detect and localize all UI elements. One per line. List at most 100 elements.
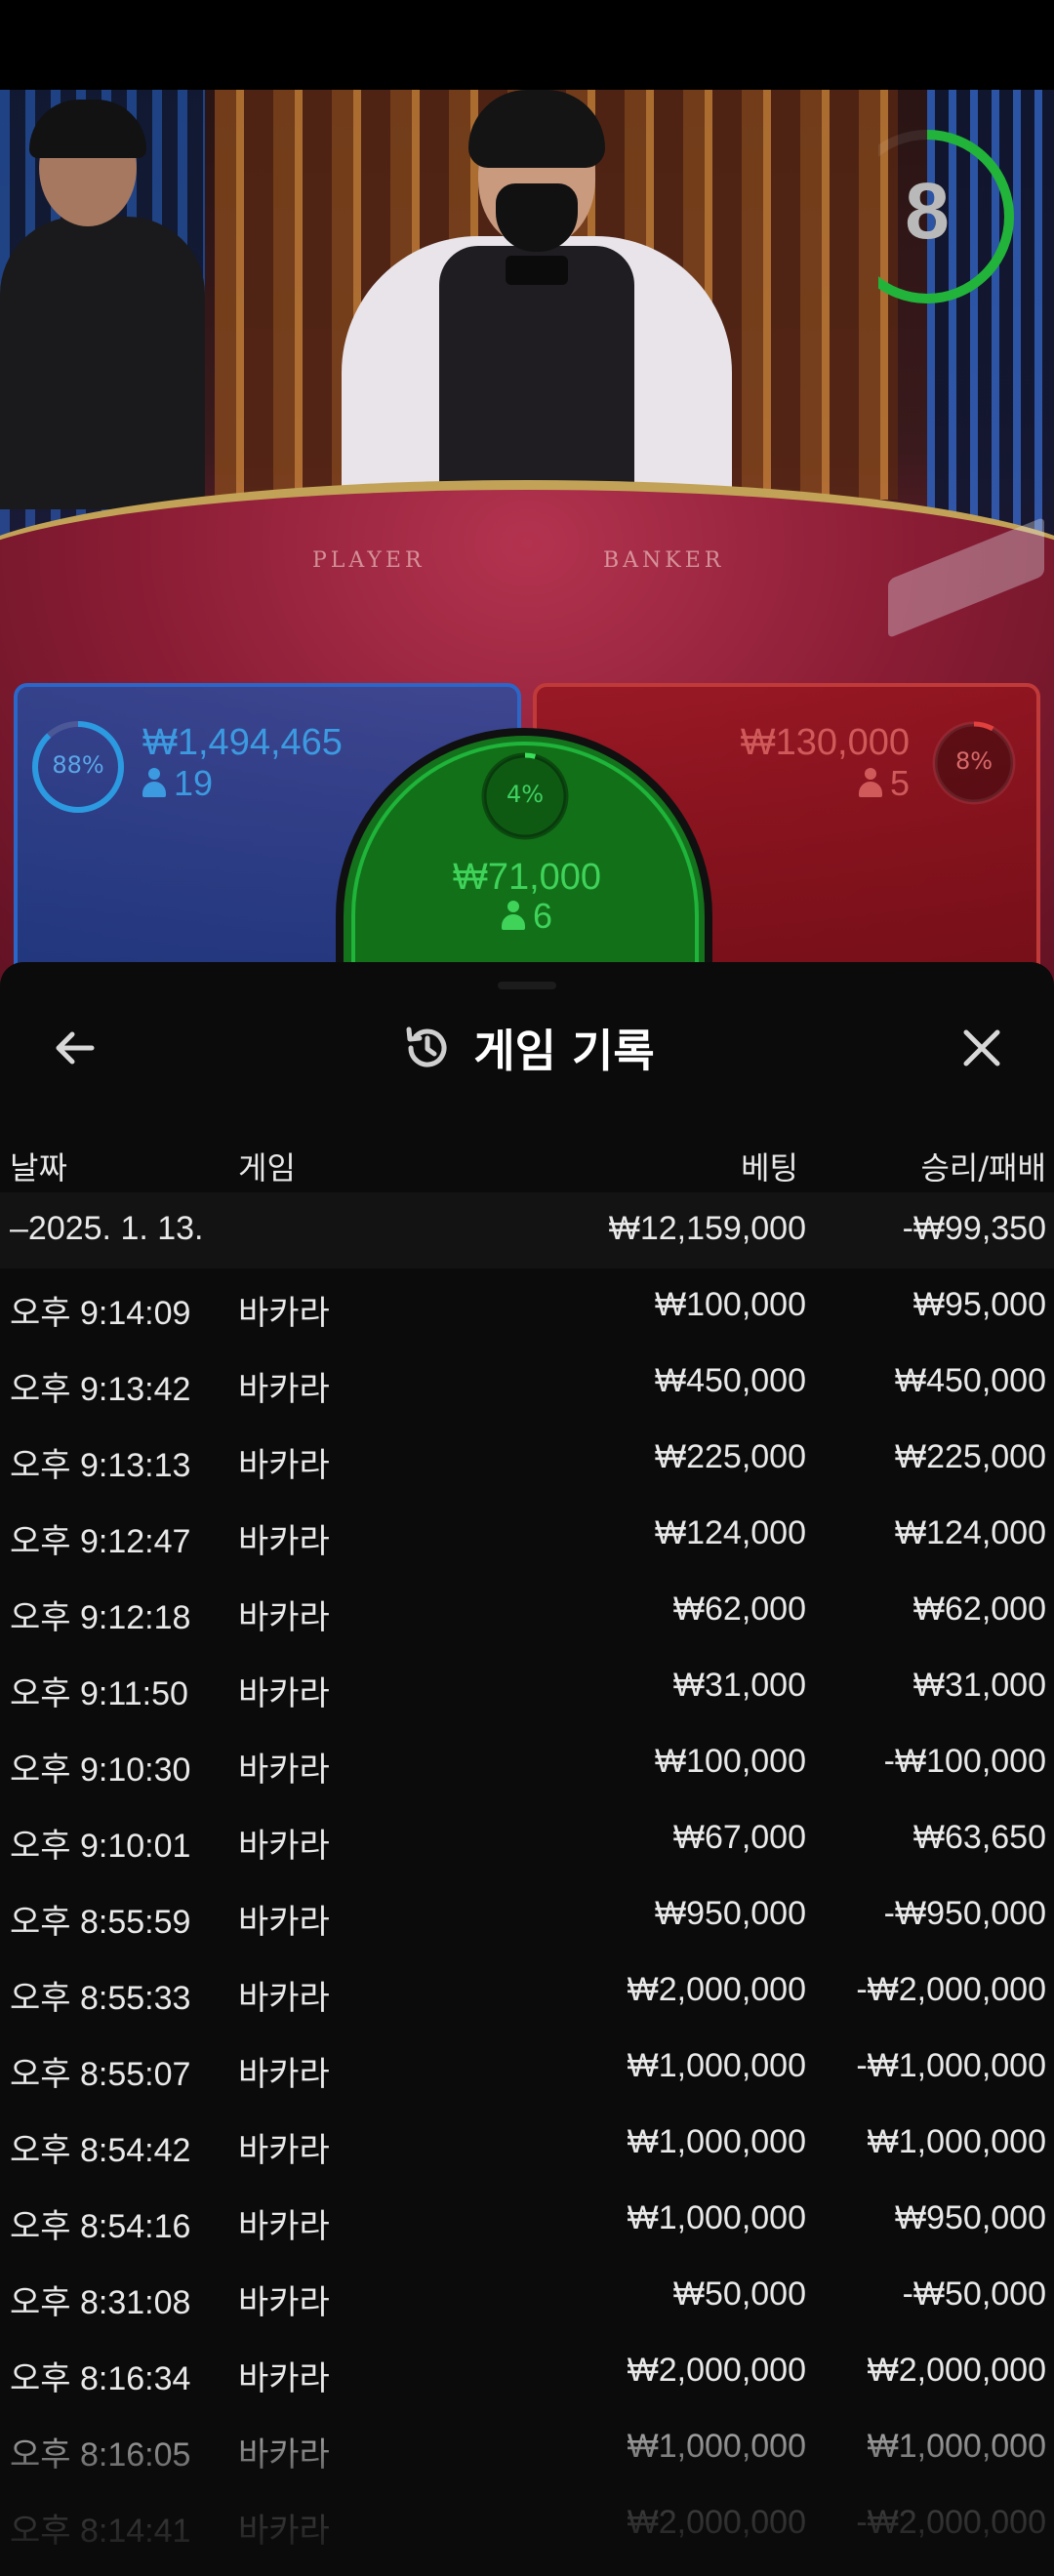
history-bet: ₩450,000 bbox=[655, 1362, 806, 1399]
tie-count: 6 bbox=[332, 896, 722, 937]
history-row[interactable]: 오후 9:12:18 바카라 ₩62,000 ₩62,000 bbox=[0, 1573, 1054, 1649]
history-bet: ₩124,000 bbox=[655, 1514, 806, 1551]
history-bet: ₩100,000 bbox=[655, 1743, 806, 1780]
history-time: 오후 8:55:33 bbox=[10, 1980, 191, 2017]
history-result: ₩1,000,000 bbox=[867, 2428, 1046, 2465]
history-time: 오후 9:10:01 bbox=[10, 1828, 191, 1865]
banker-percent-ring: 8% bbox=[927, 716, 1021, 810]
history-table-header: 날짜 게임 베팅 승리/패배 bbox=[0, 1134, 1054, 1192]
history-row[interactable]: 오후 8:55:33 바카라 ₩2,000,000 -₩2,000,000 bbox=[0, 1953, 1054, 2030]
history-bet: ₩2,000,000 bbox=[627, 2504, 806, 2541]
date-total-bet: ₩12,159,000 bbox=[608, 1210, 806, 1247]
history-game: 바카라 bbox=[238, 2284, 330, 2321]
history-bet: ₩50,000 bbox=[672, 2275, 806, 2313]
table-label-player: PLAYER bbox=[312, 548, 426, 573]
game-history-sheet: 게임 기록 날짜 게임 베팅 승리/패배 –2025. 1. 13. ₩12,1… bbox=[0, 962, 1054, 2576]
history-time: 오후 9:13:42 bbox=[10, 1371, 191, 1408]
person-icon bbox=[142, 768, 166, 797]
history-row[interactable]: 오후 9:12:47 바카라 ₩124,000 ₩124,000 bbox=[0, 1497, 1054, 1573]
sheet-header: 게임 기록 bbox=[0, 1013, 1054, 1083]
history-bet: ₩67,000 bbox=[672, 1819, 806, 1856]
history-result: -₩100,000 bbox=[883, 1743, 1046, 1780]
history-row[interactable]: 오후 8:55:07 바카라 ₩1,000,000 -₩1,000,000 bbox=[0, 2030, 1054, 2106]
history-time: 오후 8:14:41 bbox=[10, 2513, 191, 2550]
countdown-timer: 8 bbox=[878, 129, 1017, 306]
history-time: 오후 9:11:50 bbox=[10, 1675, 188, 1712]
history-result: ₩124,000 bbox=[895, 1514, 1046, 1551]
history-game: 바카라 bbox=[238, 1828, 330, 1865]
date-total-result: -₩99,350 bbox=[902, 1210, 1046, 1247]
history-row[interactable]: 오후 9:11:50 바카라 ₩31,000 ₩31,000 bbox=[0, 1649, 1054, 1725]
close-icon bbox=[963, 1029, 1000, 1067]
history-row[interactable]: 오후 8:16:34 바카라 ₩2,000,000 ₩2,000,000 bbox=[0, 2334, 1054, 2410]
history-time: 오후 9:12:47 bbox=[10, 1523, 191, 1560]
history-result: -₩1,000,000 bbox=[856, 2047, 1046, 2084]
tie-percent: 4% bbox=[506, 781, 545, 808]
history-bet: ₩1,000,000 bbox=[627, 2047, 806, 2084]
tie-bet-amount: ₩71,000 bbox=[452, 857, 602, 898]
history-game: 바카라 bbox=[238, 1523, 330, 1560]
close-button[interactable] bbox=[953, 1019, 1011, 1077]
history-row[interactable]: 오후 8:54:42 바카라 ₩1,000,000 ₩1,000,000 bbox=[0, 2106, 1054, 2182]
history-result: ₩450,000 bbox=[895, 1362, 1046, 1399]
history-time: 오후 9:12:18 bbox=[10, 1599, 191, 1636]
sheet-title: 게임 기록 bbox=[473, 1025, 655, 1077]
history-bet: ₩1,000,000 bbox=[627, 2199, 806, 2236]
column-header-date: 날짜 bbox=[10, 1149, 67, 1187]
history-row[interactable]: 오후 9:13:42 바카라 ₩450,000 ₩450,000 bbox=[0, 1345, 1054, 1421]
banker-bet-amount: ₩130,000 bbox=[740, 722, 910, 763]
column-header-bet: 베팅 bbox=[741, 1149, 798, 1187]
table-label-banker: BANKER bbox=[603, 548, 725, 573]
history-time: 오후 8:16:05 bbox=[10, 2436, 191, 2474]
history-icon bbox=[406, 1026, 447, 1067]
history-row[interactable]: 오후 9:14:09 바카라 ₩100,000 ₩95,000 bbox=[0, 1268, 1054, 1345]
history-result: ₩63,650 bbox=[912, 1819, 1046, 1856]
history-time: 오후 8:55:59 bbox=[10, 1904, 191, 1941]
history-result: -₩2,000,000 bbox=[856, 1971, 1046, 2008]
history-row[interactable]: 오후 9:13:13 바카라 ₩225,000 ₩225,000 bbox=[0, 1421, 1054, 1497]
history-bet: ₩62,000 bbox=[672, 1590, 806, 1628]
history-result: ₩95,000 bbox=[912, 1286, 1046, 1323]
player-percent-ring: 88% bbox=[29, 718, 127, 816]
history-bet: ₩2,000,000 bbox=[627, 1971, 806, 2008]
history-game: 바카라 bbox=[238, 2436, 330, 2474]
history-bet: ₩225,000 bbox=[655, 1438, 806, 1475]
date-summary-row[interactable]: –2025. 1. 13. ₩12,159,000 -₩99,350 bbox=[0, 1192, 1054, 1268]
history-row[interactable]: 오후 9:10:30 바카라 ₩100,000 -₩100,000 bbox=[0, 1725, 1054, 1801]
history-game: 바카라 bbox=[238, 1371, 330, 1408]
history-game: 바카라 bbox=[238, 1295, 330, 1332]
history-time: 오후 9:10:30 bbox=[10, 1751, 191, 1789]
history-bet: ₩2,000,000 bbox=[627, 2352, 806, 2389]
history-result: -₩2,000,000 bbox=[856, 2504, 1046, 2541]
history-game: 바카라 bbox=[238, 1447, 330, 1484]
player-count: 19 bbox=[142, 763, 213, 804]
sheet-grab-handle[interactable] bbox=[498, 982, 556, 989]
history-game: 바카라 bbox=[238, 2360, 330, 2397]
history-row[interactable]: 오후 8:31:08 바카라 ₩50,000 -₩50,000 bbox=[0, 2258, 1054, 2334]
date-label: –2025. 1. 13. bbox=[10, 1210, 204, 1247]
player-percent: 88% bbox=[52, 751, 104, 779]
history-row[interactable]: 오후 8:54:16 바카라 ₩1,000,000 ₩950,000 bbox=[0, 2182, 1054, 2258]
history-row[interactable]: 오후 8:55:59 바카라 ₩950,000 -₩950,000 bbox=[0, 1877, 1054, 1953]
history-row[interactable]: 오후 8:16:05 바카라 ₩1,000,000 ₩1,000,000 bbox=[0, 2410, 1054, 2486]
history-game: 바카라 bbox=[238, 2513, 330, 2550]
person-icon bbox=[501, 901, 525, 930]
history-row[interactable]: 오후 8:14:41 바카라 ₩2,000,000 -₩2,000,000 bbox=[0, 2486, 1054, 2562]
history-time: 오후 8:31:08 bbox=[10, 2284, 191, 2321]
history-result: ₩31,000 bbox=[912, 1667, 1046, 1704]
assistant-croupier bbox=[0, 90, 205, 509]
history-game: 바카라 bbox=[238, 1980, 330, 2017]
column-header-game: 게임 bbox=[238, 1149, 296, 1187]
history-bet: ₩1,000,000 bbox=[627, 2123, 806, 2160]
history-bet: ₩1,000,000 bbox=[627, 2428, 806, 2465]
tie-percent-ring: 4% bbox=[478, 749, 572, 843]
history-time: 오후 8:55:07 bbox=[10, 2056, 191, 2093]
player-bet-amount: ₩1,494,465 bbox=[142, 722, 343, 763]
history-time: 오후 9:14:09 bbox=[10, 1295, 191, 1332]
history-time: 오후 9:13:13 bbox=[10, 1447, 191, 1484]
banker-percent: 8% bbox=[954, 747, 993, 775]
history-game: 바카라 bbox=[238, 1904, 330, 1941]
history-row[interactable]: 오후 9:10:01 바카라 ₩67,000 ₩63,650 bbox=[0, 1801, 1054, 1877]
history-game: 바카라 bbox=[238, 2208, 330, 2245]
history-result: ₩1,000,000 bbox=[867, 2123, 1046, 2160]
